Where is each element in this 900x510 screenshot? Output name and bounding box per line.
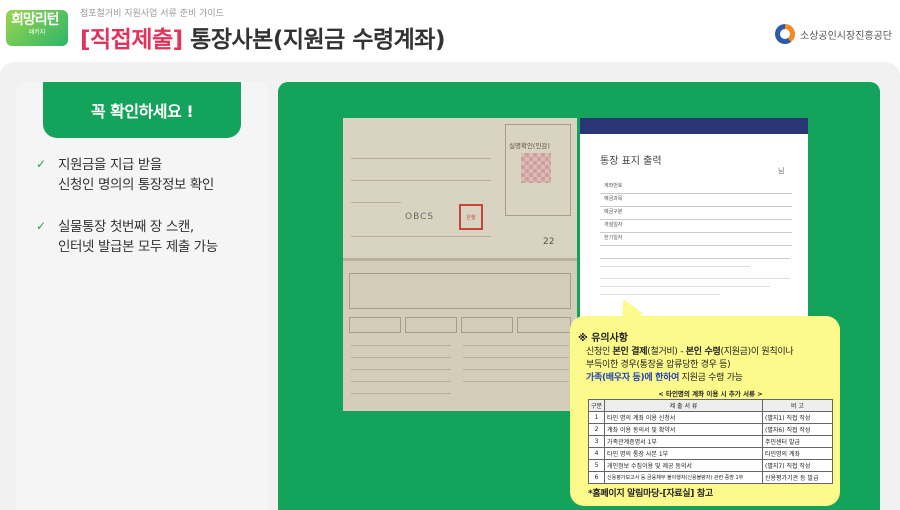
breadcrumb: 점포철거비 지원사업 서류 준비 가이드: [80, 9, 224, 19]
doc-row: 예금과목: [600, 195, 792, 207]
extra-documents-table: 구분 제 출 서 류 비 고 1 타인 명의 계좌 이용 신청서 (별지1) 직접 …: [587, 399, 833, 484]
check-icon: ✓: [36, 157, 47, 171]
logo-main-text: 희망리턴: [11, 12, 60, 28]
passbook-number: 22: [543, 237, 555, 247]
bank-brand: OBCS: [405, 212, 435, 222]
notice-heading: ※ 유의사항: [578, 333, 629, 344]
left-panel: [16, 82, 268, 510]
table-row: 2 계좌 이용 동의서 및 확약서 (별지6) 직접 작성: [587, 423, 833, 436]
org-emblem-icon: [775, 24, 795, 44]
notice-line: 가족(배우자 등)에 한하여 지원금 수령 가능: [586, 373, 743, 383]
program-logo: 희망리턴 패키지: [6, 10, 68, 46]
doc-row: 한기일자: [600, 234, 792, 246]
doc-row: 계좌번호: [600, 182, 792, 194]
passbook-inner-page: [343, 261, 577, 411]
doc-title: 통장 표지 출력: [600, 156, 662, 167]
title-text: 통장사본(지원금 수령계좌): [182, 27, 445, 53]
doc-name-suffix: 님: [778, 167, 785, 175]
bank-stamp-icon: 은행: [459, 204, 483, 230]
table-row: 3 가족관계증명서 1부 주민센터 발급: [587, 435, 833, 448]
notice-table-title: < 타인명의 계좌 이용 시 추가 서류 >: [658, 390, 763, 398]
title-accent: [직접제출]: [80, 27, 183, 53]
doc-row: 개설일자: [600, 221, 792, 233]
check-item: ✓ 지원금을 지급 받을 신청인 명의의 통장정보 확인: [36, 155, 266, 195]
table-header-row: 구분 제 출 서 류 비 고: [587, 399, 833, 412]
table-row: 4 타인 명의 통장 사본 1부 타인명의 계좌: [587, 447, 833, 460]
check-item: ✓ 실물통장 첫번째 장 스캔, 인터넷 발급본 모두 제출 가능: [36, 217, 266, 257]
column-header: 구분: [587, 399, 606, 412]
table-row: 6 신용평가보고서 등 금융채무 불이행자(신용불량자) 관련 증명 1부 신용평가…: [587, 471, 833, 484]
table-row: 1 타인 명의 계좌 이용 신청서 (별지1) 직접 작성: [587, 411, 833, 424]
column-header: 비 고: [762, 399, 833, 412]
logo-sub-text: 패키지: [28, 29, 46, 36]
check-text: 실물통장 첫번째 장 스캔, 인터넷 발급본 모두 제출 가능: [58, 219, 218, 255]
check-icon: ✓: [36, 219, 47, 233]
column-header: 제 출 서 류: [604, 399, 763, 412]
doc-row: 예금구분: [600, 208, 792, 220]
doc-header-bar: [580, 118, 808, 134]
org-name: 소상공인시장진흥공단: [800, 30, 892, 42]
seal-label: 실명확인(인감): [509, 142, 550, 150]
page-title: [직접제출] 통장사본(지원금 수령계좌): [80, 20, 445, 54]
table-row: 5 개인정보 수집이용 및 제공 동의서 (별지7) 직접 작성: [587, 459, 833, 472]
check-list: ✓ 지원금을 지급 받을 신청인 명의의 통장정보 확인 ✓ 실물통장 첫번째 장…: [36, 155, 266, 279]
passbook-photo: 실명확인(인감) OBCS 은행 22: [343, 118, 577, 411]
notice-line: 신청인 본인 결제(철거비) - 본인 수령(지원금)이 원칙이나: [586, 347, 794, 357]
org-logo-block: 소상공인시장진흥공단: [775, 24, 892, 44]
blurred-seal: [521, 153, 551, 183]
check-text: 지원금을 지급 받을 신청인 명의의 통장정보 확인: [58, 157, 214, 193]
notice-footer: *홈페이지 알림마당-[자료실] 참고: [588, 489, 713, 499]
confirm-heading: 꼭 확인하세요 !: [43, 82, 241, 138]
notice-line: 부득이한 경우(통장을 압류당한 경우 등): [586, 360, 731, 370]
